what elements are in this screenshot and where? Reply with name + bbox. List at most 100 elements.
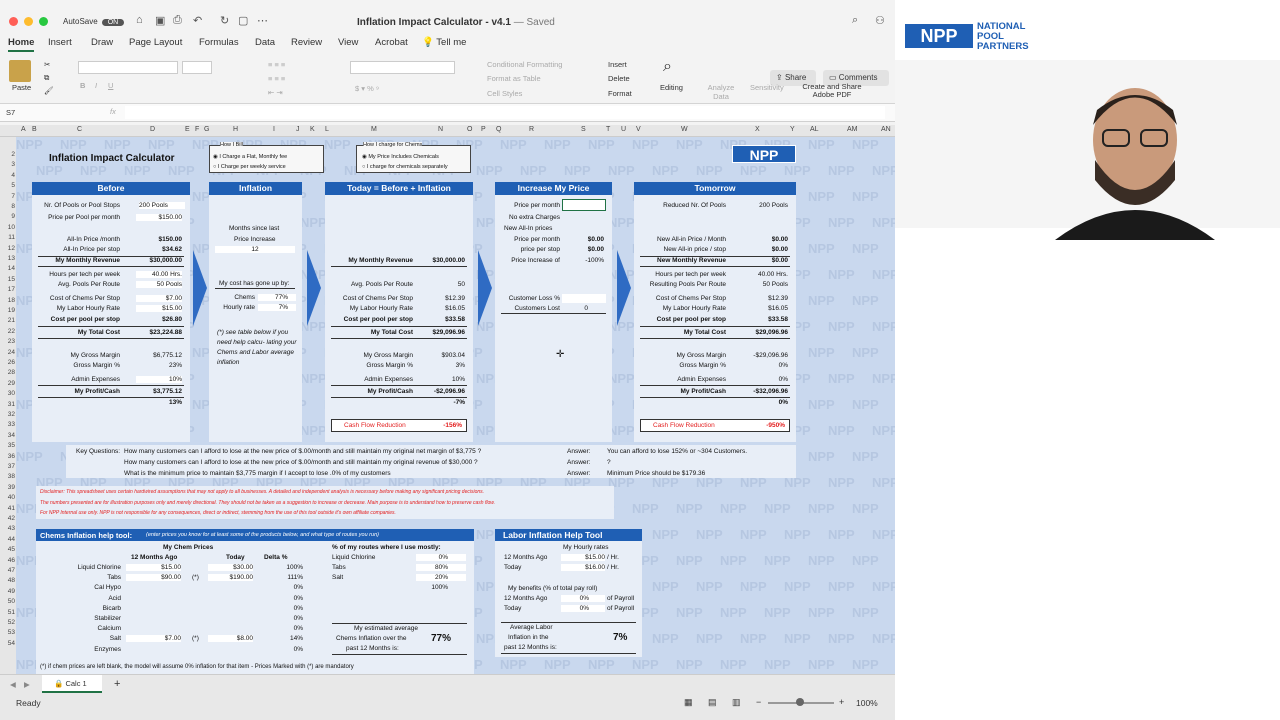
price-input[interactable]: $150.00 [136,214,182,221]
column-header[interactable]: G [204,126,209,133]
zoom-level[interactable]: 100% [856,698,878,708]
row-header[interactable]: 43 [0,525,15,532]
font-size-select[interactable] [182,61,212,74]
chems-included-radio[interactable]: ◉ My Price Includes Chemicals [362,154,439,160]
print-icon[interactable]: ⎙ [173,14,182,27]
zoom-in-icon[interactable]: + [839,697,844,707]
open-icon[interactable]: ▢ [238,14,248,27]
redo-icon[interactable]: ↻ [220,14,229,27]
column-header[interactable]: E [185,126,190,133]
row-header[interactable]: 42 [0,515,15,522]
column-header[interactable]: M [371,126,377,133]
row-header[interactable]: 10 [0,224,15,231]
tab-insert[interactable]: Insert [48,37,72,48]
currency-icon[interactable]: $ ▾ % ⁹ [355,84,379,93]
format-painter-icon[interactable]: 🖌 [44,86,54,95]
row-header[interactable]: 2 [0,151,15,158]
row-header[interactable]: 35 [0,442,15,449]
admin-input[interactable]: 10% [136,376,182,383]
row-header[interactable]: 18 [0,297,15,304]
column-header[interactable]: U [621,126,626,133]
editing-icon[interactable]: ⌕ [663,58,672,76]
formula-input[interactable] [125,106,885,119]
row-header[interactable]: 45 [0,546,15,553]
chems-separate-radio[interactable]: ○ I charge for chemicals separately [362,164,448,170]
format-cells-button[interactable]: Format [608,89,632,98]
editing-button[interactable]: Editing [660,83,683,92]
row-header[interactable]: 8 [0,203,15,210]
row-header[interactable]: 46 [0,557,15,564]
analyze-data-button[interactable]: Analyze Data [706,83,736,101]
delete-cells-button[interactable]: Delete [608,74,630,83]
column-header[interactable]: K [310,126,315,133]
row-header[interactable]: 13 [0,255,15,262]
tab-acrobat[interactable]: Acrobat [375,37,408,48]
row-header[interactable]: 12 [0,245,15,252]
paste-button[interactable]: Paste [12,83,31,92]
route-pct-input[interactable]: 80% [416,564,466,571]
number-format-select[interactable] [350,61,455,74]
row-header[interactable]: 21 [0,317,15,324]
column-header[interactable]: AN [881,126,891,133]
column-header[interactable]: X [755,126,760,133]
account-icon[interactable]: ⚇ [875,14,885,27]
row-header[interactable]: 23 [0,338,15,345]
page-break-icon[interactable]: ▥ [732,697,741,708]
row-header[interactable]: 51 [0,609,15,616]
column-header[interactable]: T [606,126,610,133]
close-window-button[interactable] [9,17,18,26]
row-header[interactable]: 39 [0,484,15,491]
copy-icon[interactable]: ⧉ [44,73,49,83]
zoom-window-button[interactable] [39,17,48,26]
customer-loss-input[interactable] [562,294,606,303]
indent-icon[interactable]: ⇤ ⇥ [268,88,283,97]
row-header[interactable]: 22 [0,328,15,335]
column-header[interactable]: S [581,126,586,133]
chems-inflation-input[interactable]: 77% [258,294,296,301]
row-header[interactable]: 24 [0,349,15,356]
bill-flat-radio[interactable]: ◉ I Charge a Flat, Monthly fee [213,154,287,160]
column-header[interactable]: Y [790,126,795,133]
normal-view-icon[interactable]: ▦ [684,697,693,708]
row-header[interactable]: 34 [0,432,15,439]
row-header[interactable]: 5 [0,182,15,189]
row-header[interactable]: 41 [0,505,15,512]
row-header[interactable]: 7 [0,193,15,200]
row-header[interactable]: 44 [0,536,15,543]
row-header[interactable]: 48 [0,577,15,584]
route-pct-input[interactable]: 0% [416,554,466,561]
column-header[interactable]: N [438,126,443,133]
row-header[interactable]: 52 [0,619,15,626]
search-icon[interactable]: ⌕ [852,14,858,27]
underline-icon[interactable]: U [108,81,113,90]
tell-me[interactable]: 💡 Tell me [422,37,466,48]
more-icon[interactable]: ⋯ [257,14,268,27]
row-header[interactable]: 38 [0,473,15,480]
align-icon[interactable]: ≡ ≡ ≡ [268,60,285,69]
column-header[interactable]: V [636,126,641,133]
labor-input[interactable]: $15.00 [136,305,182,312]
add-sheet-icon[interactable]: + [114,678,120,690]
hours-input[interactable]: 40.00 Hrs. [136,271,182,278]
column-header[interactable]: L [325,126,329,133]
next-sheet-icon[interactable]: ▶ [24,680,30,689]
bold-icon[interactable]: B [80,81,85,90]
sheet-tab-calc1[interactable]: 🔒 Calc 1 [42,675,102,693]
column-header[interactable]: H [233,126,238,133]
column-header[interactable]: W [681,126,688,133]
prev-sheet-icon[interactable]: ◀ [10,680,16,689]
row-header[interactable]: 30 [0,390,15,397]
column-header[interactable]: F [195,126,199,133]
name-box[interactable]: S7 [6,108,15,117]
row-header[interactable]: 37 [0,463,15,470]
fx-icon[interactable]: fx [110,107,116,116]
row-header[interactable]: 3 [0,161,15,168]
row-header[interactable]: 36 [0,453,15,460]
chem-price-today-input[interactable]: $8.00 [208,635,253,643]
tab-home[interactable]: Home [8,37,35,52]
column-header[interactable]: AL [810,126,819,133]
tab-view[interactable]: View [338,37,358,48]
chem-price-12m-input[interactable]: $90.00 [126,574,181,582]
row-header[interactable]: 32 [0,411,15,418]
pools-input[interactable]: 200 Pools [139,202,185,209]
